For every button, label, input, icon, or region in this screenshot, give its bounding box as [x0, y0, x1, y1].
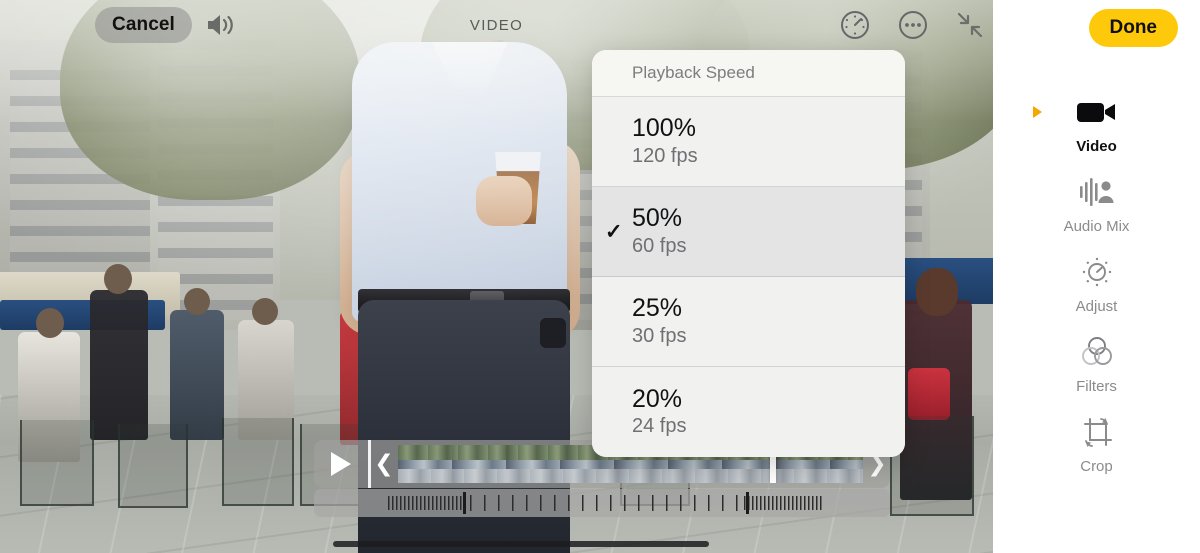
scene-chair — [222, 418, 294, 506]
filters-circles-icon — [1073, 332, 1121, 372]
done-button[interactable]: Done — [1088, 9, 1178, 47]
speed-option-100[interactable]: 100% 120 fps — [592, 97, 905, 187]
scene-chair — [20, 420, 94, 506]
sidebar-item-video[interactable]: Video — [993, 92, 1200, 172]
scene-person-head — [104, 264, 132, 294]
playback-speed-menu: Playback Speed 100% 120 fps ✓ 50% 60 fps… — [592, 50, 905, 457]
subject-hand — [476, 176, 532, 226]
home-indicator — [333, 541, 709, 547]
checkmark-icon: ✓ — [605, 220, 623, 243]
edit-tools-sidebar: Video Audio Mix Adjust Filters Crop — [993, 0, 1200, 553]
sidebar-item-label: Video — [1076, 138, 1117, 155]
subject-wristwatch — [540, 318, 566, 348]
speed-option-percent: 20% — [632, 384, 683, 413]
ramp-ticks-normal-right — [744, 496, 822, 510]
editor-toolbar: Cancel VIDEO — [0, 0, 993, 50]
arrows-collapse-icon[interactable] — [955, 10, 985, 40]
sidebar-item-adjust[interactable]: Adjust — [993, 252, 1200, 332]
video-camera-icon — [1073, 92, 1121, 132]
speed-option-fps: 120 fps — [632, 144, 698, 167]
scene-person-head — [184, 288, 210, 315]
speaker-wave-icon[interactable] — [204, 11, 238, 39]
slow-motion-ramp-control[interactable] — [314, 489, 890, 517]
ramp-handle-end[interactable] — [746, 492, 749, 514]
sidebar-item-label: Audio Mix — [1063, 218, 1130, 235]
cancel-button[interactable]: Cancel — [95, 7, 192, 43]
scene-person — [90, 290, 148, 440]
sidebar-item-label: Adjust — [1075, 298, 1118, 315]
sidebar-item-filters[interactable]: Filters — [993, 332, 1200, 412]
speed-option-fps: 60 fps — [632, 234, 687, 257]
speed-option-50[interactable]: ✓ 50% 60 fps — [592, 187, 905, 277]
play-triangle-icon — [331, 452, 351, 476]
adjust-dial-icon — [1073, 252, 1121, 292]
playback-speed-menu-title: Playback Speed — [592, 50, 905, 97]
speed-option-fps: 30 fps — [632, 324, 687, 347]
sidebar-item-audio-mix[interactable]: Audio Mix — [993, 172, 1200, 252]
sidebar-item-label: Filters — [1076, 378, 1117, 395]
ramp-ticks-slowmo — [470, 495, 740, 511]
scene-person-head — [36, 308, 64, 338]
scene-red-handbag — [908, 368, 950, 420]
trim-handle-left[interactable]: ❮ — [371, 440, 397, 488]
speedometer-icon[interactable] — [839, 9, 871, 41]
scene-person-head — [916, 268, 958, 316]
speed-option-percent: 25% — [632, 294, 683, 323]
audio-mix-icon — [1073, 172, 1121, 212]
ellipsis-circle-icon[interactable] — [897, 9, 929, 41]
active-indicator-triangle-icon — [1033, 106, 1042, 118]
photos-video-editor: Cancel VIDEO Done Playback Speed 100% 12… — [0, 0, 1200, 553]
crop-rotate-icon — [1073, 412, 1121, 452]
speed-option-fps: 24 fps — [632, 415, 687, 438]
scene-chair — [118, 424, 188, 508]
speed-option-25[interactable]: 25% 30 fps — [592, 277, 905, 367]
speed-option-percent: 100% — [632, 114, 696, 143]
speed-option-20[interactable]: 20% 24 fps — [592, 367, 905, 457]
ramp-handle-start[interactable] — [463, 492, 466, 514]
speed-option-percent: 50% — [632, 204, 683, 233]
scene-person-head — [252, 298, 278, 325]
toolbar-right-group — [839, 0, 985, 50]
play-button[interactable] — [314, 440, 368, 488]
toolbar-left-group: Cancel — [0, 7, 238, 43]
ramp-ticks-normal-left — [388, 496, 462, 510]
scene-person — [170, 310, 224, 440]
sidebar-item-label: Crop — [1080, 458, 1113, 475]
sidebar-item-crop[interactable]: Crop — [993, 412, 1200, 492]
